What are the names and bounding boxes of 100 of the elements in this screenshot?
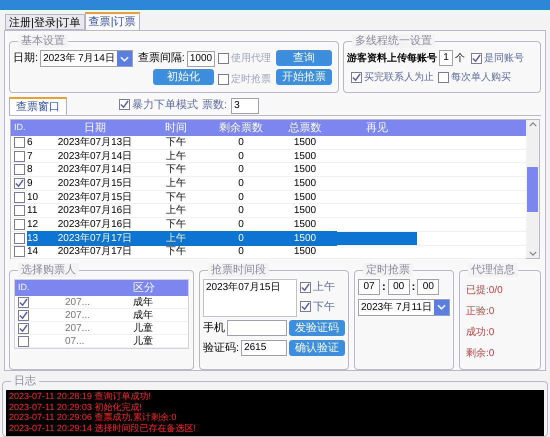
- log-line: 2023-07-11 20:29:03 初始化完成!: [9, 402, 143, 412]
- checkbox-label: 下午: [313, 300, 335, 314]
- table-cell-text: 207...: [65, 296, 90, 310]
- table-cell-text: 0: [237, 218, 245, 232]
- column-header: 区分: [132, 280, 156, 296]
- table-row[interactable]: 11 2023年07月16日 上午 0 1500: [11, 204, 526, 218]
- table-row[interactable]: 10 2023年07月15日 下午 0 1500: [11, 190, 526, 204]
- table-cell-text: 0: [237, 190, 245, 205]
- date-dropdown[interactable]: 2023年 7月14日: [40, 50, 133, 67]
- table-cell-text: 2023年07月17日: [56, 245, 134, 260]
- input-field[interactable]: 3: [231, 98, 260, 114]
- table-cell-text: 下午: [165, 245, 187, 260]
- group-title: 抢票时间段: [208, 263, 269, 277]
- table-cell-text: 07...: [65, 334, 84, 348]
- checkbox-label: 是同账号: [484, 52, 524, 66]
- log-line: 2023-07-11 20:29:06 查票成功,累计剩余:0: [9, 412, 178, 422]
- table-row[interactable]: 7 2023年07月14日 上午 0 1500: [11, 150, 526, 164]
- table-cell-text: 儿童: [132, 322, 154, 336]
- log-line: 2023-07-11 20:29:14 选择时间段已存在备选区!: [9, 422, 197, 433]
- table-row[interactable]: 13 2023年07月17日 上午 0 1500: [11, 232, 526, 246]
- table-row[interactable]: 6 2023年07月13日 下午 0 1500: [11, 136, 526, 150]
- column-header: 总票数: [288, 120, 322, 136]
- table-cell-text: 11: [27, 204, 38, 218]
- table-cell-text: 2023年07月15日: [56, 176, 134, 191]
- column-header: ID.: [13, 121, 27, 134]
- proxy-stat: 成功:0: [466, 326, 496, 340]
- table-cell-text: 1500: [292, 176, 318, 191]
- table-cell-text: 0: [237, 150, 245, 164]
- checkbox-label: 暴力下单模式: [132, 98, 198, 112]
- proxy-stat: 已提:0/0: [466, 284, 504, 298]
- table-cell-text: 1500: [292, 245, 318, 260]
- table-cell-text: 0: [237, 163, 245, 178]
- input-field[interactable]: 00: [417, 279, 440, 296]
- table-cell-text: 2023年07月13日: [56, 136, 134, 150]
- table-cell-text: 下午: [165, 136, 187, 150]
- table-cell: 上午: [143, 230, 209, 246]
- interval-label: 查票间隔:: [138, 51, 185, 66]
- date-dropdown[interactable]: 2023年 7月11日: [358, 298, 450, 316]
- tab[interactable]: 注册|登录|订单: [5, 14, 85, 30]
- table-cell-text: 9: [27, 176, 34, 191]
- column-header: 时间: [164, 120, 188, 136]
- table-cell-text: 下午: [165, 190, 187, 204]
- table-cell-text: 1500: [292, 150, 318, 164]
- table-cell: 0: [209, 230, 273, 246]
- input-field[interactable]: 2615: [241, 340, 287, 356]
- table-cell-text: 1500: [292, 136, 318, 150]
- input-field[interactable]: 1: [439, 50, 453, 66]
- column-header: 再见: [365, 120, 389, 136]
- table-cell-text: 1500: [292, 218, 318, 232]
- tab[interactable]: 查票|订票: [84, 12, 140, 30]
- checkbox-label: 每次单人购买: [451, 70, 511, 85]
- input-field[interactable]: 1000: [186, 50, 215, 66]
- group-title: 定时抢票: [363, 263, 413, 277]
- table-cell: 13: [27, 230, 47, 246]
- tab[interactable]: 查票窗口: [9, 97, 67, 115]
- proxy-stat: 剩余:0: [466, 347, 496, 361]
- table-row[interactable]: 9 2023年07月15日 上午 0 1500: [11, 177, 526, 191]
- upload-label: 游客资料上传每账号: [347, 51, 437, 66]
- phone-label: 手机: [203, 321, 225, 336]
- table-cell-text: 14: [27, 245, 40, 260]
- group-title: 多线程统一设置: [352, 34, 435, 48]
- table-cell-text: 2023年07月14日: [56, 150, 134, 164]
- table-cell-text: 2023年07月16日: [56, 204, 134, 218]
- list-item[interactable]: 2023年07月15日: [206, 280, 294, 295]
- table-cell-text: 成年: [132, 308, 154, 322]
- table-cell-text: 8: [27, 163, 34, 178]
- table-row[interactable]: 14 2023年07月17日 下午 0 1500: [11, 246, 526, 260]
- table-cell-text: 下午: [165, 163, 187, 178]
- table-cell-text: 12: [27, 218, 40, 232]
- group-title: 日志: [11, 374, 39, 388]
- column-header: 日期: [83, 120, 107, 136]
- table-cell-text: 207...: [65, 308, 90, 322]
- table-cell-text: 10: [27, 190, 40, 205]
- time-separator: :: [412, 280, 416, 295]
- table-cell-text: 7: [27, 150, 34, 164]
- group-title: 代理信息: [468, 263, 518, 277]
- table-row[interactable]: 8 2023年07月14日 下午 0 1500: [11, 163, 526, 178]
- table-cell-text: 上午: [165, 150, 187, 164]
- table-cell-text: 上午: [165, 204, 187, 218]
- checkbox-label: 定时抢票: [230, 72, 271, 87]
- table-cell-text: 1500: [292, 204, 318, 218]
- checkbox-label: 买完联系人为止: [364, 70, 434, 85]
- column-header: 剩余票数: [218, 120, 264, 136]
- unit-label: 个: [455, 52, 465, 66]
- table-cell-text: 成年: [132, 296, 154, 310]
- group-title: 基本设置: [18, 34, 68, 48]
- table-cell-text: 上午: [165, 176, 187, 191]
- table-cell-text: 2023年07月16日: [56, 218, 134, 232]
- count-label: 票数:: [202, 98, 228, 112]
- period-list[interactable]: 2023年07月15日: [203, 279, 297, 317]
- table-cell-text: 6: [27, 136, 34, 150]
- checkbox-label: 使用代理: [230, 52, 271, 66]
- proxy-stat: 正验:0: [466, 305, 496, 319]
- checkbox-label: 上午: [313, 280, 335, 295]
- table-cell: 1500: [273, 230, 337, 246]
- table-cell-text: 0: [237, 204, 245, 218]
- input-field[interactable]: 07: [358, 279, 380, 296]
- table-cell-text: 2023年07月14日: [56, 163, 134, 178]
- input-field[interactable]: 00: [388, 279, 410, 296]
- group-title: 选择购票人: [18, 263, 79, 277]
